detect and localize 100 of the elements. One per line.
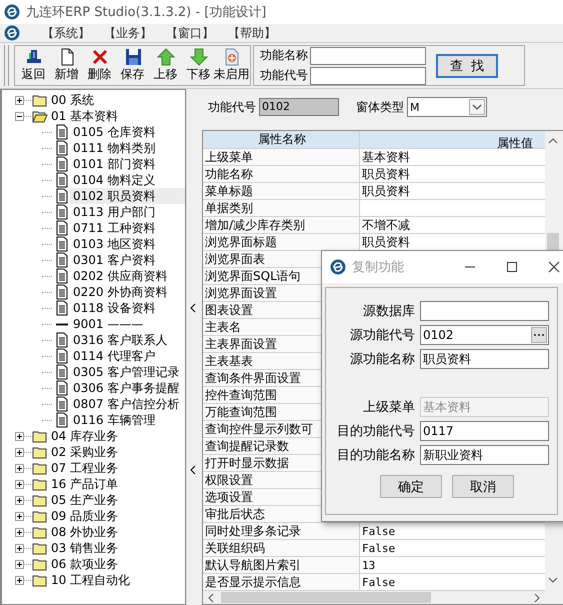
input-field[interactable]	[420, 301, 549, 321]
toolbar-button[interactable]: 新增	[50, 48, 83, 83]
tree-item[interactable]: 0301 客户资料	[70, 252, 158, 268]
toolbar-button[interactable]: 下移	[182, 48, 215, 83]
scroll-thumb[interactable]	[221, 592, 431, 603]
tree-item[interactable]: 08 外协业务	[48, 524, 122, 540]
maximize-icon	[506, 261, 518, 273]
property-name: 关联组织码	[203, 540, 360, 556]
property-value[interactable]: 13	[360, 557, 545, 573]
toolbar-button[interactable]: 未启用	[215, 48, 248, 83]
find-button[interactable]: 查 找	[436, 54, 498, 78]
tree-item[interactable]: 03 销售业务	[48, 540, 122, 556]
property-name: 增加/减少库存类别	[203, 217, 360, 233]
expand-toggle[interactable]	[15, 544, 24, 552]
input-field[interactable]: 0117	[420, 421, 549, 441]
property-value[interactable]: False	[360, 540, 545, 556]
expand-toggle[interactable]	[15, 496, 24, 504]
tree-item[interactable]: 0101 部门资料	[70, 156, 158, 172]
document-icon	[54, 172, 70, 188]
horizontal-scrollbar[interactable]	[203, 591, 545, 604]
tree-item[interactable]: 0105 仓库资料	[70, 124, 158, 140]
tree-item[interactable]: 0104 物料定义	[70, 172, 158, 188]
tree-item[interactable]: 0306 客户事务提醒	[70, 380, 182, 396]
tree-item[interactable]: 07 工程业务	[48, 460, 122, 476]
property-value[interactable]: 职员资料	[360, 234, 545, 250]
tree-item[interactable]: 0807 客户信控分析	[70, 396, 182, 412]
property-value[interactable]: 职员资料	[360, 183, 545, 199]
window-type-dropdown[interactable]: M	[407, 97, 487, 117]
document-icon	[54, 268, 70, 284]
input-field[interactable]: 新职业资料	[420, 445, 549, 465]
expand-toggle[interactable]	[15, 576, 24, 584]
input-field[interactable]: 0102	[420, 325, 549, 345]
expand-toggle[interactable]	[15, 96, 24, 104]
tree-item[interactable]: 0111 物料类别	[70, 140, 158, 156]
window-title: 九连环ERP Studio(3.1.3.2) - [功能设计]	[26, 4, 266, 21]
expand-toggle[interactable]	[15, 464, 24, 472]
expand-toggle[interactable]	[15, 560, 24, 568]
property-name: 默认导航图片索引	[203, 557, 360, 573]
tree-item[interactable]: 9001 ———	[70, 316, 146, 332]
menu-item[interactable]: 【业务】	[104, 24, 154, 42]
property-value[interactable]: 基本资料	[360, 149, 545, 165]
property-value[interactable]: False	[360, 523, 545, 539]
tree-item[interactable]: 0116 车辆管理	[70, 412, 158, 428]
expand-toggle[interactable]	[15, 528, 24, 536]
tree-item[interactable]: 0118 设备资料	[70, 300, 158, 316]
code-field[interactable]: 0102	[259, 98, 339, 116]
tree-item[interactable]: 0711 工种资料	[70, 220, 158, 236]
input-field[interactable]	[310, 46, 426, 64]
tree-item[interactable]: 06 款项业务	[48, 556, 122, 572]
tree-item[interactable]: 05 生产业务	[48, 492, 122, 508]
property-name: 同时处理多条记录	[203, 523, 360, 539]
menu-item[interactable]: 【帮助】	[228, 24, 278, 42]
tree-item[interactable]: 00 系统	[48, 92, 98, 108]
expand-toggle[interactable]	[15, 432, 24, 440]
property-value[interactable]: False	[360, 574, 545, 590]
input-field[interactable]	[310, 66, 426, 84]
tree-item[interactable]: 0103 地区资料	[70, 236, 158, 252]
tree-item[interactable]: 0113 用户部门	[70, 204, 158, 220]
tree-item[interactable]: 0220 外协商资料	[70, 284, 170, 300]
tree-item[interactable]: 01 基本资料	[48, 108, 122, 124]
app-logo-icon	[330, 259, 346, 275]
menu-item[interactable]: 【窗口】	[166, 24, 216, 42]
expand-toggle[interactable]	[15, 448, 24, 456]
tree-item[interactable]: 0102 职员资料	[70, 188, 185, 204]
tree-item[interactable]: 16 产品订单	[48, 476, 122, 492]
expand-toggle[interactable]	[15, 112, 24, 120]
dialog-button[interactable]: 确定	[380, 475, 442, 498]
input-field[interactable]: 职员资料	[420, 349, 549, 369]
dash-icon	[56, 322, 68, 326]
tree-item[interactable]: 0305 客户管理记录	[70, 364, 182, 380]
document-icon	[54, 156, 70, 172]
toolbar-button[interactable]: 保存	[116, 48, 149, 83]
property-name: 上级菜单	[203, 149, 360, 165]
expand-toggle[interactable]	[15, 480, 24, 488]
scroll-right-icon	[533, 592, 541, 602]
door-icon	[24, 48, 42, 66]
toolbar-button[interactable]: 返回	[17, 48, 50, 83]
document-icon	[54, 220, 70, 236]
browse-button[interactable]	[531, 327, 547, 343]
toolbar-button[interactable]: 删除	[83, 48, 116, 83]
tree-item[interactable]: 09 品质业务	[48, 508, 122, 524]
dialog-button[interactable]: 取消	[452, 475, 514, 498]
tree-item[interactable]: 02 采购业务	[48, 444, 122, 460]
document-icon	[54, 204, 70, 220]
tree-item[interactable]: 0114 代理客户	[70, 348, 158, 364]
field-label: 窗体类型	[356, 98, 404, 116]
tree-item[interactable]: 10 工程自动化	[48, 572, 134, 588]
property-value[interactable]: 职员资料	[360, 166, 545, 182]
toolbar-button[interactable]: 上移	[149, 48, 182, 83]
property-name: 单据类别	[203, 200, 360, 216]
expand-toggle[interactable]	[15, 512, 24, 520]
document-icon	[54, 396, 70, 412]
property-value[interactable]: 不增不减	[360, 217, 545, 233]
menu-item[interactable]: 【系统】	[32, 24, 92, 42]
tree-item[interactable]: 0202 供应商资料	[70, 268, 170, 284]
up-arrow-icon	[156, 48, 174, 66]
tree-item[interactable]: 0316 客户联系人	[70, 332, 170, 348]
property-name: 菜单标题	[203, 183, 360, 199]
tree-item[interactable]: 04 库存业务	[48, 428, 122, 444]
document-icon	[222, 48, 240, 66]
